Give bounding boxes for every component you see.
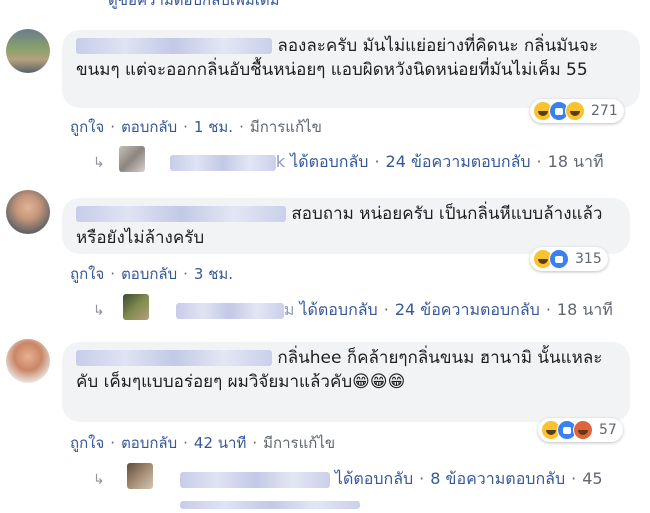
reply-summary[interactable]: ↳ ม ได้ตอบกลับ · 24 ข้อความตอบกลับ · 18 นาที <box>93 294 613 323</box>
replied-label: ได้ตอบกลับ <box>334 469 414 488</box>
edited-label[interactable]: มีการแก้ไข <box>250 118 322 136</box>
avatar <box>123 294 149 320</box>
reply-arrow-icon: ↳ <box>93 472 105 488</box>
like-icon <box>549 249 569 269</box>
commenter-name-blurred[interactable] <box>76 206 286 222</box>
commenter-name-blurred[interactable] <box>76 350 272 366</box>
timestamp[interactable]: 3 ชม. <box>194 265 233 283</box>
replier-name-blurred <box>175 302 284 319</box>
reply-summary[interactable]: ↳ ได้ตอบกลับ · 8 ข้อความตอบกลับ · 45 <box>93 463 603 492</box>
view-more-label: ดูข้อความตอบกลับเพิ่มเติม <box>108 0 280 9</box>
reply-link[interactable]: ตอบกลับ <box>121 434 177 452</box>
reaction-count: 271 <box>591 103 618 119</box>
reply-time: 18 นาที <box>556 300 613 319</box>
comment-bubble: ลองละครับ มันไม่แย่อย่างที่คิดนะ กลิ่นมั… <box>62 30 640 108</box>
reply-link[interactable]: ตอบกลับ <box>121 118 177 136</box>
like-link[interactable]: ถูกใจ <box>70 118 104 136</box>
reply-time: 18 นาที <box>547 152 604 171</box>
reply-count: 24 ข้อความตอบกลับ <box>385 152 531 171</box>
reply-time: 45 <box>582 469 603 488</box>
timestamp[interactable]: 1 ชม. <box>194 118 233 136</box>
edited-label[interactable]: มีการแก้ไข <box>263 434 335 452</box>
reply-summary[interactable]: ↳ k ได้ตอบกลับ · 24 ข้อความตอบกลับ · 18 นาที <box>93 146 604 175</box>
like-link[interactable]: ถูกใจ <box>70 265 104 283</box>
replier-name-blurred <box>179 471 330 488</box>
reply-count: 24 ข้อความตอบกลับ <box>394 300 540 319</box>
reaction-summary[interactable]: 57 <box>538 418 623 442</box>
like-link[interactable]: ถูกใจ <box>70 434 104 452</box>
avatar[interactable] <box>6 29 50 73</box>
replied-label: ได้ตอบกลับ <box>299 300 378 319</box>
commenter-name-blurred <box>180 500 360 509</box>
avatar[interactable] <box>6 339 50 383</box>
replier-name-suffix: ม <box>283 300 295 319</box>
next-comment-partial <box>180 494 360 513</box>
comment-actions: ถูกใจ · ตอบกลับ · 1 ชม. · มีการแก้ไข <box>70 118 322 136</box>
commenter-name-blurred[interactable] <box>76 38 272 54</box>
reply-arrow-icon: ↳ <box>93 303 105 319</box>
comment-bubble: สอบถาม หน่อยครับ เป็นกลิ่นหีแบบล้างแล้วห… <box>62 198 630 254</box>
replier-name-blurred <box>169 154 276 171</box>
reply-count: 8 ข้อความตอบกลับ <box>430 469 566 488</box>
reaction-count: 57 <box>599 422 617 438</box>
replied-label: ได้ตอบกลับ <box>290 152 369 171</box>
comment-bubble: กลิ่นhee ก็คล้ายๆกลิ่นขนม ฮานามิ นั้นแหล… <box>62 342 630 422</box>
view-more-replies-link[interactable]: ดูข้อความตอบกลับเพิ่มเติม <box>108 0 280 12</box>
reply-arrow-icon: ↳ <box>93 155 105 171</box>
reaction-summary[interactable]: 271 <box>530 99 624 123</box>
timestamp[interactable]: 42 นาที <box>194 434 246 452</box>
comment-actions: ถูกใจ · ตอบกลับ · 3 ชม. <box>70 265 234 283</box>
reply-link[interactable]: ตอบกลับ <box>121 265 177 283</box>
replier-name-suffix: k <box>275 152 286 171</box>
wow-icon <box>565 101 585 121</box>
reaction-summary[interactable]: 315 <box>530 247 608 271</box>
comment-actions: ถูกใจ · ตอบกลับ · 42 นาที · มีการแก้ไข <box>70 434 336 452</box>
avatar <box>127 463 153 489</box>
avatar <box>119 146 145 172</box>
angry-icon <box>573 420 593 440</box>
avatar[interactable] <box>6 190 50 234</box>
reaction-count: 315 <box>575 251 602 267</box>
